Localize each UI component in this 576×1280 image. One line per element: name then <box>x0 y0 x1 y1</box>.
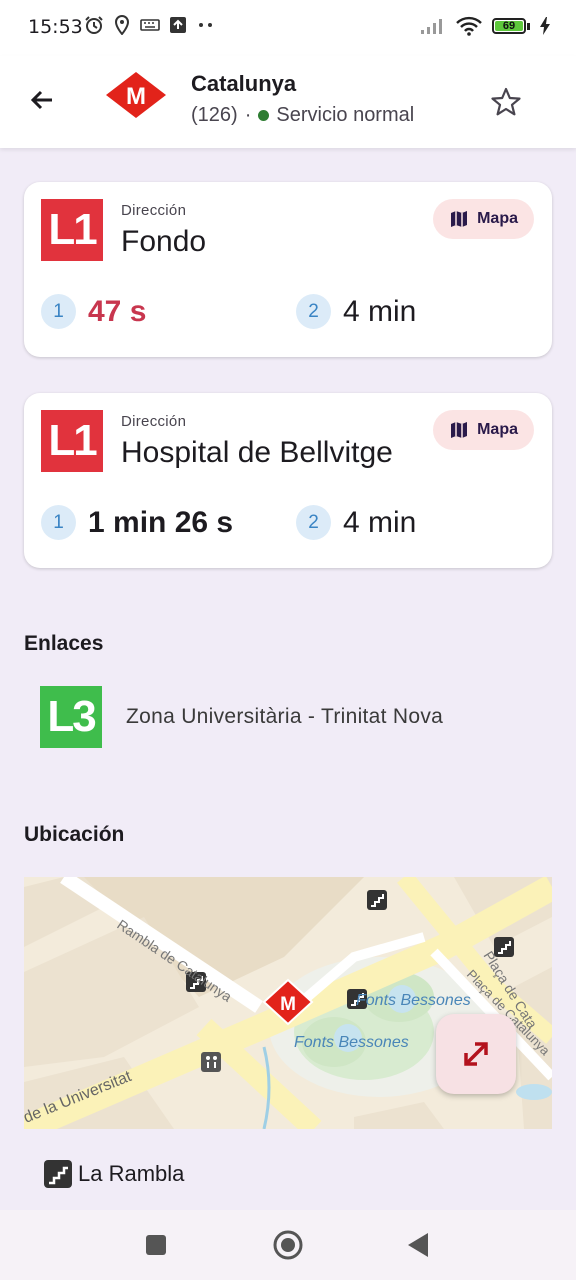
line-badge: L1 <box>41 410 103 472</box>
train-time: 4 min <box>343 505 417 539</box>
battery-level: 69 <box>495 20 523 32</box>
service-status: Servicio normal <box>276 104 415 126</box>
more-icon <box>199 23 212 27</box>
home-circle-icon <box>273 1230 303 1260</box>
train-time: 1 min 26 s <box>88 505 234 539</box>
train-number: 2 <box>296 294 331 329</box>
svg-text:M: M <box>280 994 296 1015</box>
expand-icon <box>464 1042 488 1066</box>
arrow-back-icon <box>30 90 52 110</box>
train-time: 47 s <box>88 294 147 328</box>
station-name: Catalunya <box>191 71 297 96</box>
back-nav-button[interactable] <box>400 1227 436 1263</box>
status-bar: 15:53 69 <box>0 0 576 56</box>
status-time: 15:53 <box>28 16 83 38</box>
star-icon <box>491 87 521 116</box>
map-label: Mapa <box>477 421 518 438</box>
system-nav-bar <box>0 1210 576 1280</box>
square-icon <box>146 1235 166 1255</box>
location-title: Ubicación <box>24 823 125 846</box>
exit-item[interactable]: La Rambla <box>44 1160 184 1188</box>
map-label-fonts-2: Fonts Bessones <box>294 1034 409 1051</box>
train-eta: 2 4 min <box>296 294 416 329</box>
train-number: 2 <box>296 505 331 540</box>
direction-label: Dirección <box>121 202 187 219</box>
link-item[interactable]: L3 Zona Universitària - Trinitat Nova <box>40 686 443 748</box>
charging-icon <box>540 17 550 35</box>
map-label-fonts-1: Fonts Bessones <box>356 992 471 1009</box>
link-name: Zona Universitària - Trinitat Nova <box>126 705 444 728</box>
line-badge: L3 <box>40 686 102 748</box>
signal-icon <box>421 19 442 34</box>
recents-button[interactable] <box>138 1227 174 1263</box>
upload-icon <box>170 17 186 33</box>
train-number: 1 <box>41 294 76 329</box>
map-icon <box>451 211 468 227</box>
location-map[interactable]: M Rambla de Catalunya Plaça de Cata Plaç… <box>24 877 552 1129</box>
direction-name: Fondo <box>121 225 207 258</box>
status-dot <box>258 110 270 121</box>
status-icons-left <box>84 15 216 35</box>
expand-map-button[interactable] <box>436 1014 516 1094</box>
keyboard-icon <box>140 19 160 31</box>
station-code: (126) <box>191 104 238 126</box>
map-label: Mapa <box>477 210 518 227</box>
train-eta: 1 47 s <box>41 294 146 329</box>
map-button[interactable]: Mapa <box>433 199 534 239</box>
train-number: 1 <box>41 505 76 540</box>
svg-text:M: M <box>126 83 146 110</box>
app-bar: M Catalunya (126) · Servicio normal <box>0 56 576 148</box>
stairs-icon <box>44 1160 72 1188</box>
map-icon <box>451 422 468 438</box>
battery-icon: 69 <box>492 18 530 34</box>
exit-name: La Rambla <box>78 1161 185 1186</box>
train-eta: 1 1 min 26 s <box>41 505 233 540</box>
location-icon <box>114 15 130 35</box>
back-button[interactable] <box>22 80 62 120</box>
wifi-icon <box>456 16 482 36</box>
home-button[interactable] <box>270 1227 306 1263</box>
map-button[interactable]: Mapa <box>433 410 534 450</box>
links-title: Enlaces <box>24 632 104 655</box>
direction-name: Hospital de Bellvitge <box>121 436 393 469</box>
station-subtitle: (126) · Servicio normal <box>191 104 414 127</box>
train-time: 4 min <box>343 294 417 328</box>
alarm-icon <box>85 16 103 34</box>
metro-logo: M <box>104 70 168 125</box>
departure-card[interactable]: L1 Dirección Fondo Mapa 1 47 s 2 4 min <box>24 182 552 357</box>
direction-label: Dirección <box>121 413 187 430</box>
separator: · <box>244 104 252 126</box>
favorite-button[interactable] <box>484 80 528 124</box>
train-eta: 2 4 min <box>296 505 416 540</box>
line-badge: L1 <box>41 199 103 261</box>
triangle-back-icon <box>408 1233 428 1257</box>
departure-card[interactable]: L1 Dirección Hospital de Bellvitge Mapa … <box>24 393 552 568</box>
status-icons-right: 69 <box>420 16 550 36</box>
